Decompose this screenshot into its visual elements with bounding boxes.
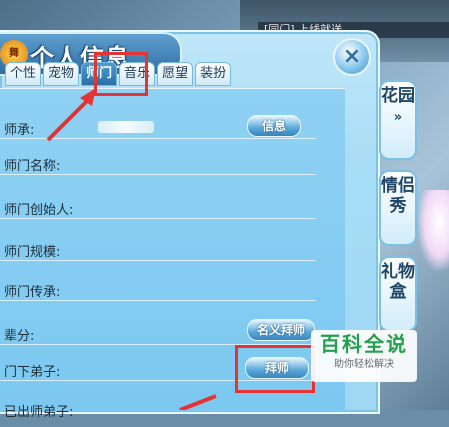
tab-outfit[interactable]: 装扮 xyxy=(195,62,232,86)
watermark: 百科全说 助你轻松解决 xyxy=(311,330,417,382)
row-divider xyxy=(0,300,316,301)
row-scale: 师门规模: xyxy=(0,231,340,267)
row-sect-name: 师门名称: xyxy=(0,145,340,181)
row-divider xyxy=(0,218,316,219)
master-value-blurred xyxy=(98,121,154,133)
row-divider xyxy=(0,138,316,139)
side-tab-couple-show[interactable]: 情侣秀 xyxy=(379,170,417,246)
nominal-apprentice-button[interactable]: 名义拜师 xyxy=(247,319,315,341)
founder-label: 师门创始人: xyxy=(4,203,74,218)
scale-label: 师门规模: xyxy=(4,245,61,260)
side-tab-gift-box[interactable]: 礼物盒 xyxy=(379,256,417,332)
tab-wishes[interactable]: 愿望 xyxy=(157,62,194,86)
tab-personality[interactable]: 个性 xyxy=(5,62,42,86)
graduated-label: 已出师弟子: xyxy=(4,405,74,420)
row-divider xyxy=(0,174,316,175)
legend-label: 师门传承: xyxy=(4,285,61,300)
side-tab-garden[interactable]: 花园 » xyxy=(379,80,417,160)
info-button[interactable]: 信息 xyxy=(247,115,301,137)
highlight-box-button xyxy=(235,345,315,393)
side-tab-garden-label: 花园 xyxy=(381,86,415,106)
row-divider xyxy=(0,260,316,261)
row-legend: 师门传承: xyxy=(0,271,340,307)
disciples-label: 门下弟子: xyxy=(4,365,61,380)
watermark-title: 百科全说 xyxy=(320,332,408,356)
master-label: 师承: xyxy=(4,123,35,138)
row-founder: 师门创始人: xyxy=(0,189,340,225)
row-master: 师承: 信息 xyxy=(0,109,340,145)
double-chevron-icon: » xyxy=(393,110,403,125)
decorative-flower xyxy=(418,190,449,270)
row-graduated: 已出师弟子: xyxy=(0,391,340,427)
close-button[interactable]: × xyxy=(333,38,371,76)
sect-name-label: 师门名称: xyxy=(4,159,61,174)
tab-pets[interactable]: 宠物 xyxy=(43,62,80,86)
watermark-subtitle: 助你轻松解决 xyxy=(334,359,394,370)
seniority-label: 辈分: xyxy=(4,329,35,344)
highlight-box-tab xyxy=(94,52,148,96)
